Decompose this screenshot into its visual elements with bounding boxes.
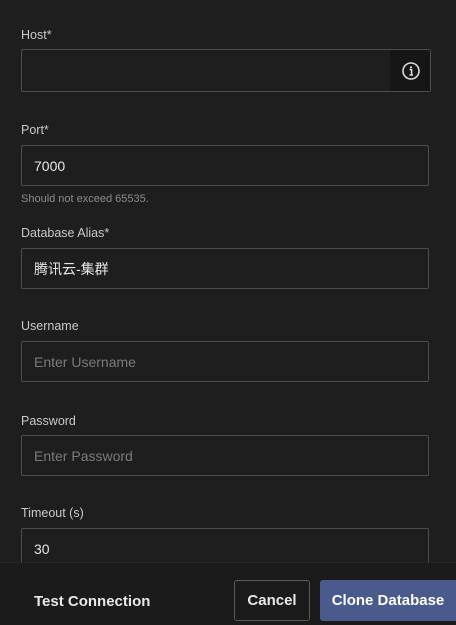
connection-form: Host* Port* Should not exceed 65535. Dat… bbox=[0, 0, 456, 562]
port-field bbox=[21, 145, 429, 186]
username-label: Username bbox=[21, 319, 79, 333]
password-input[interactable] bbox=[22, 436, 428, 475]
alias-field bbox=[21, 248, 429, 289]
test-connection-button[interactable]: Test Connection bbox=[34, 593, 150, 611]
timeout-label: Timeout (s) bbox=[21, 506, 84, 520]
alias-input[interactable] bbox=[22, 249, 428, 288]
cancel-button[interactable]: Cancel bbox=[234, 580, 310, 621]
host-info-button[interactable] bbox=[390, 50, 430, 91]
timeout-field bbox=[21, 528, 429, 562]
host-label: Host* bbox=[21, 28, 52, 42]
host-input[interactable] bbox=[22, 50, 390, 91]
clone-database-button[interactable]: Clone Database bbox=[320, 580, 456, 621]
port-label: Port* bbox=[21, 123, 49, 137]
host-field bbox=[21, 49, 431, 92]
port-input[interactable] bbox=[22, 146, 428, 185]
info-circle-icon bbox=[401, 61, 420, 80]
username-field bbox=[21, 341, 429, 382]
password-field bbox=[21, 435, 429, 476]
port-hint: Should not exceed 65535. bbox=[21, 193, 149, 205]
dialog-footer: Test Connection Cancel Clone Database bbox=[0, 562, 456, 625]
alias-label: Database Alias* bbox=[21, 226, 110, 240]
timeout-input[interactable] bbox=[22, 529, 428, 562]
username-input[interactable] bbox=[22, 342, 428, 381]
password-label: Password bbox=[21, 414, 76, 428]
